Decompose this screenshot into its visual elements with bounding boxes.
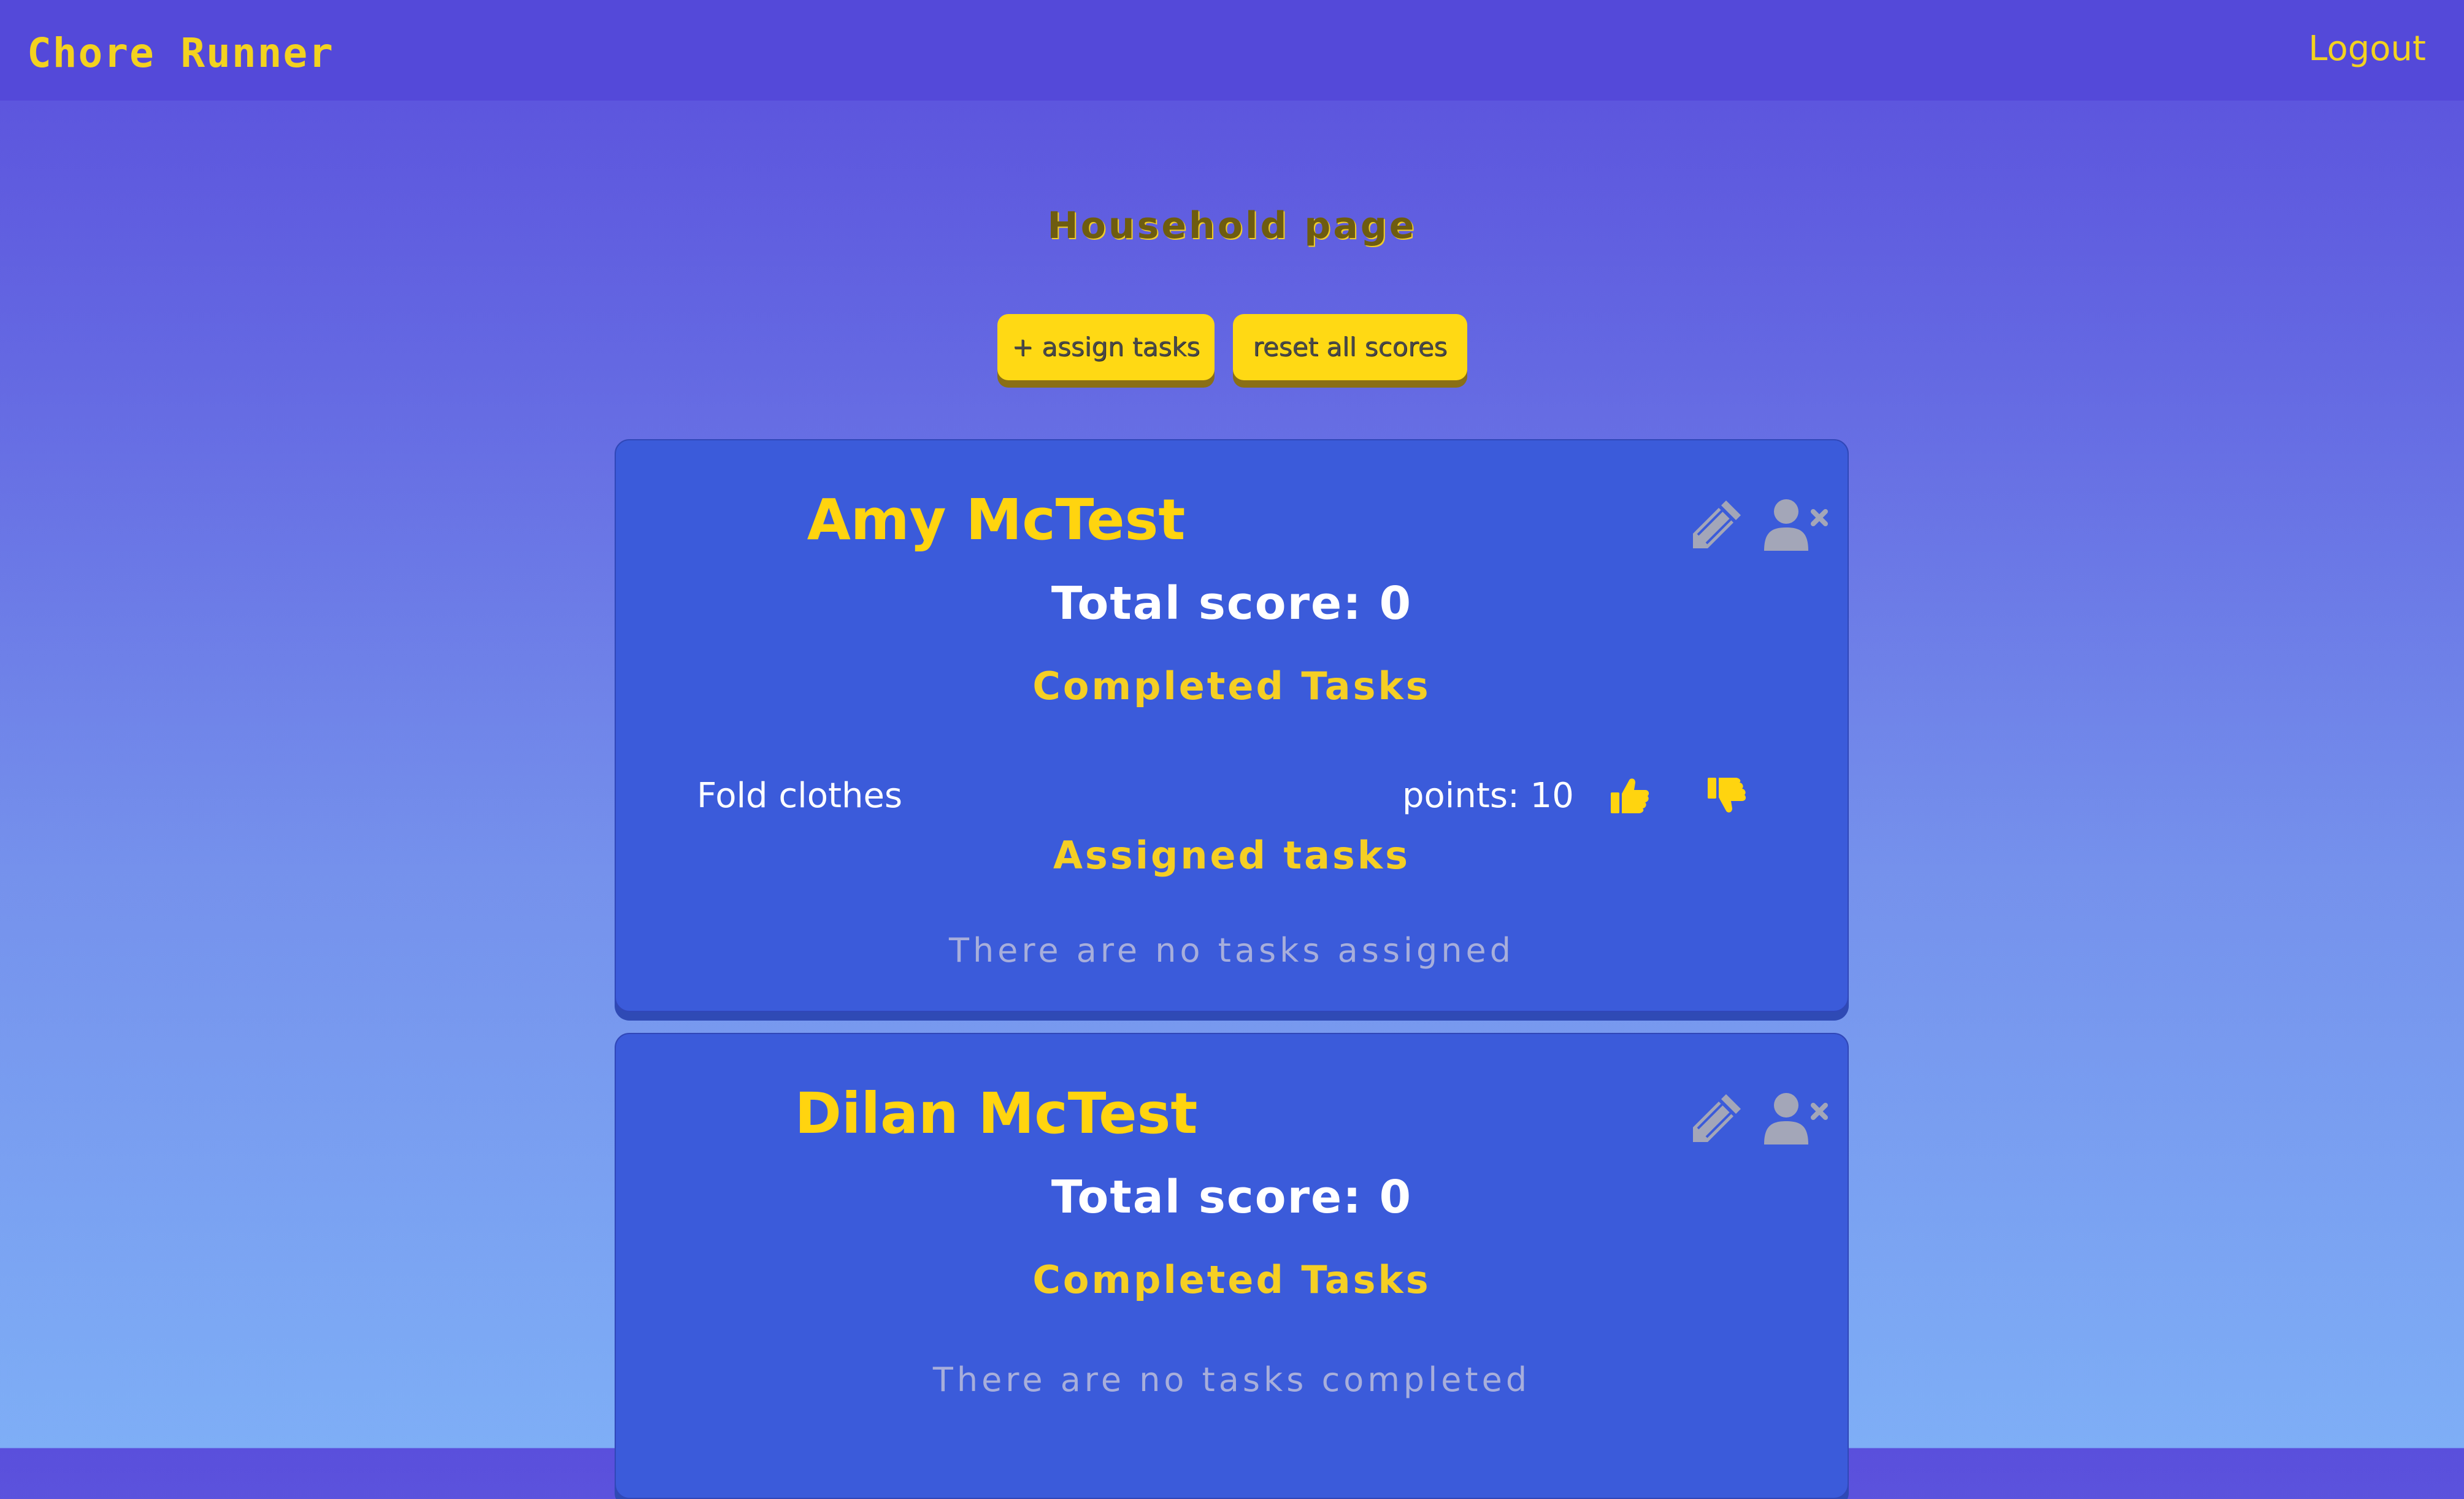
member-card: Amy McTest Total score: 0 Completed Task… xyxy=(615,439,1849,1012)
pencil-icon[interactable] xyxy=(1689,1091,1744,1146)
pencil-icon[interactable] xyxy=(1689,497,1744,552)
app-brand[interactable]: Chore Runner xyxy=(27,26,334,81)
user-remove-icon[interactable] xyxy=(1763,497,1830,552)
member-name: Dilan McTest xyxy=(794,1081,1198,1146)
thumbs-down-icon[interactable] xyxy=(1706,775,1747,816)
thumbs-up-icon[interactable] xyxy=(1610,775,1650,816)
task-points: points: 10 xyxy=(1402,776,1574,816)
total-score: Total score: 0 xyxy=(1051,577,1413,630)
total-score: Total score: 0 xyxy=(1051,1171,1413,1224)
reset-scores-button[interactable]: reset all scores xyxy=(1233,314,1467,380)
task-name: Fold clothes xyxy=(697,776,903,816)
user-remove-icon[interactable] xyxy=(1763,1091,1830,1146)
completed-tasks-heading: Completed Tasks xyxy=(1032,1257,1431,1302)
task-row: Fold clothes points: 10 xyxy=(616,759,1848,833)
member-card: Dilan McTest Total score: 0 Completed Ta… xyxy=(615,1033,1849,1499)
member-name: Amy McTest xyxy=(807,487,1186,553)
completed-tasks-heading: Completed Tasks xyxy=(1032,664,1431,708)
page-title: Household page xyxy=(1047,204,1417,247)
assign-tasks-button[interactable]: + assign tasks xyxy=(997,314,1215,380)
logout-link[interactable]: Logout xyxy=(2308,25,2426,74)
completed-empty-message: There are no tasks completed xyxy=(932,1360,1531,1399)
assigned-empty-message: There are no tasks assigned xyxy=(948,931,1515,970)
top-navbar: Chore Runner Logout xyxy=(0,0,2464,101)
assigned-tasks-heading: Assigned tasks xyxy=(1053,833,1411,878)
